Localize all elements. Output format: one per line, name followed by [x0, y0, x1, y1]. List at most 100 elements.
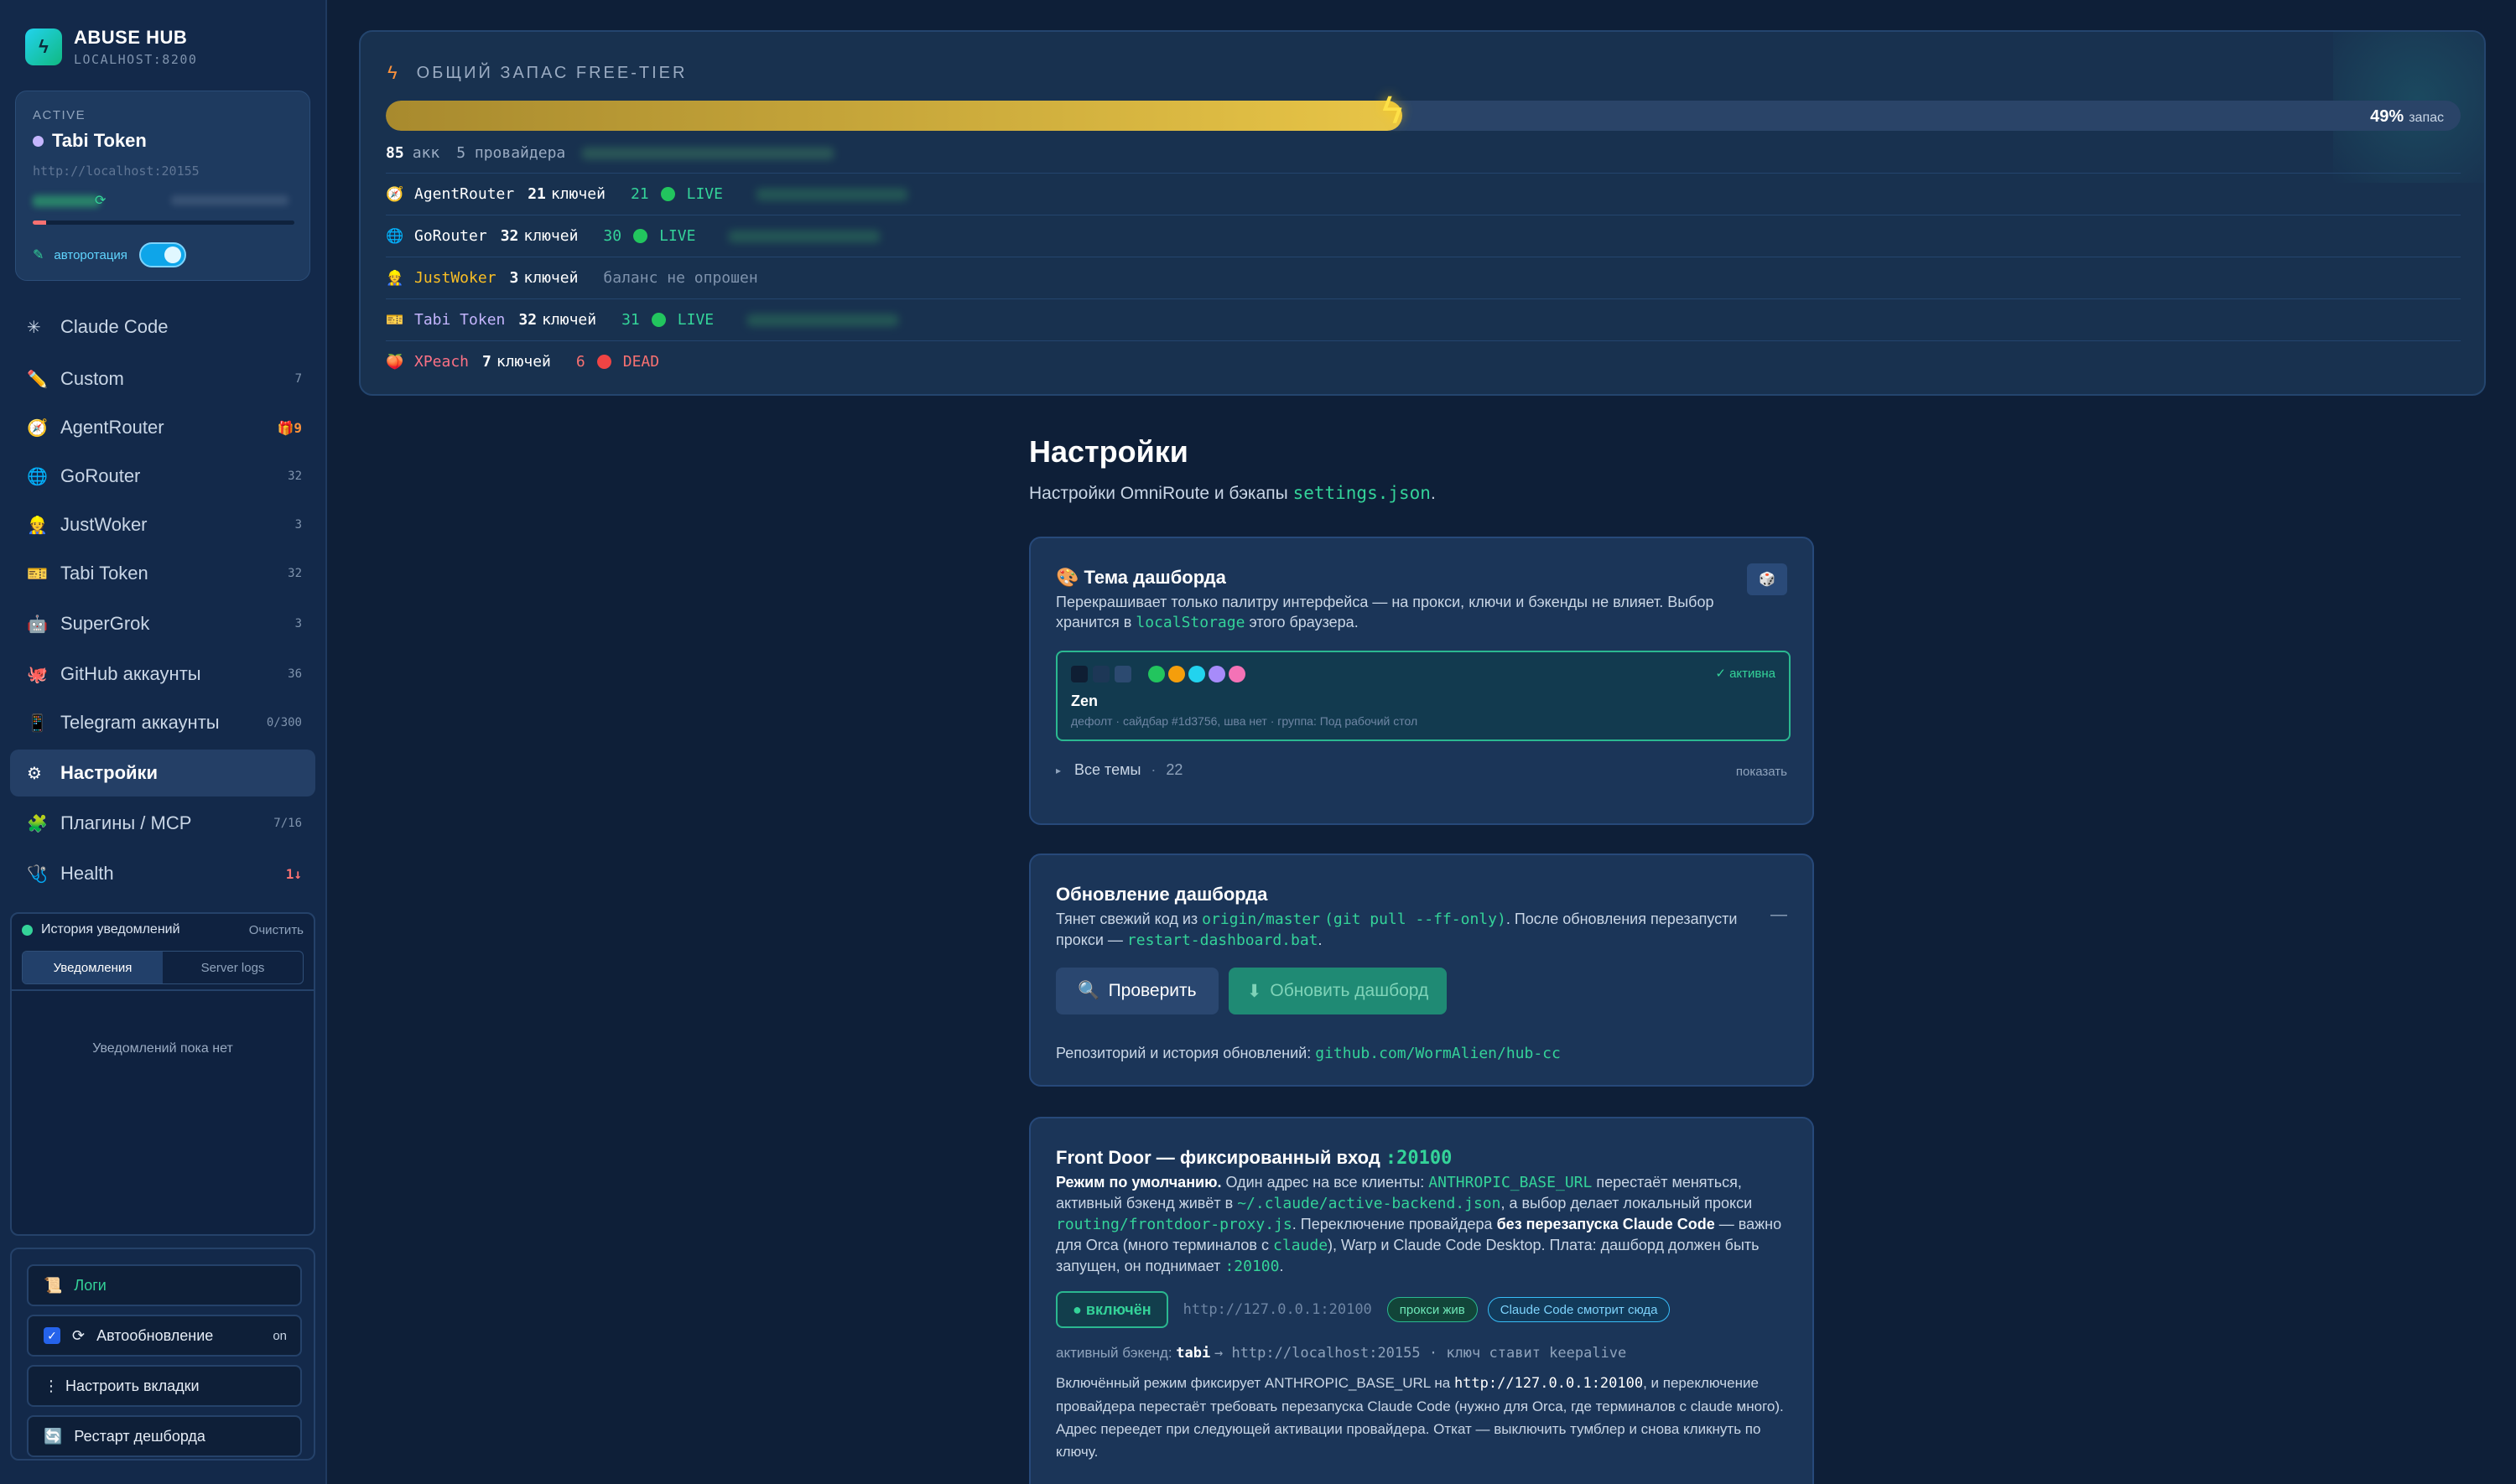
redacted-info [171, 195, 289, 205]
sidebar-item-label: Telegram аккаунты [60, 712, 220, 733]
backend-target: → http://localhost:20155 · ключ ставит k… [1214, 1345, 1627, 1362]
configure-tabs-label: Настроить вкладки [65, 1377, 200, 1394]
autorotation-label: авторотация [54, 247, 127, 262]
sidebar-item-claude-code[interactable]: ✳ Claude Code [10, 304, 315, 350]
provider-row[interactable]: 🌐 GoRouter 32 ключей 30 LIVE [386, 215, 2461, 257]
theme-color-dot [1209, 666, 1225, 682]
rotation-icon: ✎ [33, 248, 44, 262]
autoupdate-state: on [273, 1328, 287, 1343]
sidebar-item-плагины-mcp[interactable]: 🧩 Плагины / MCP 7/16 [10, 800, 315, 847]
sidebar-item-github-аккаунты[interactable]: 🐙 GitHub аккаунты 36 [10, 651, 315, 698]
provider-name: GoRouter [414, 227, 487, 245]
sidebar-item-gorouter[interactable]: 🌐 GoRouter 32 [10, 453, 315, 500]
repo-line: Репозиторий и история обновлений: github… [1056, 1045, 1561, 1062]
frontdoor-toggle[interactable]: ● включён [1056, 1291, 1168, 1328]
quota-title-text: ОБЩИЙ ЗАПАС FREE-TIER [416, 63, 688, 82]
frontdoor-mode: Режим по умолчанию. [1056, 1174, 1222, 1191]
phone-icon: 📱 [27, 713, 48, 733]
update-desc-command: (git pull --ff-only) [1324, 911, 1506, 928]
tab-server-logs[interactable]: Server logs [163, 952, 303, 983]
sidebar: ϟ ABUSE HUB LOCALHOST:8200 ACTIVE Tabi T… [0, 0, 327, 1484]
provider-status: LIVE [659, 227, 696, 245]
update-dashboard-label: Обновить дашборд [1270, 981, 1429, 1000]
active-backend-name: Tabi Token [33, 130, 147, 152]
random-theme-button[interactable]: 🎲 [1747, 563, 1787, 595]
sidebar-item-label: Health [60, 863, 114, 884]
lightning-icon: ϟ [1382, 88, 1403, 132]
update-dashboard-button[interactable]: ⬇ Обновить дашборд [1229, 968, 1447, 1014]
worker-icon: 👷 [27, 516, 48, 535]
sidebar-item-label: Custom [60, 368, 124, 389]
frontdoor-desc: Режим по умолчанию. Один адрес на все кл… [1056, 1172, 1794, 1277]
provider-live: 6 DEAD [576, 353, 659, 371]
update-desc-script: restart-dashboard.bat [1126, 931, 1318, 949]
fd-code-1: ANTHROPIC_BASE_URL [1428, 1174, 1593, 1191]
theme-color-dot [1148, 666, 1165, 682]
sidebar-item-custom[interactable]: ✏️ Custom 7 [10, 355, 315, 402]
provider-key-unit: ключей [523, 227, 579, 245]
redacted-balance [33, 195, 100, 207]
tab-notifications[interactable]: Уведомления [23, 952, 163, 983]
logs-button[interactable]: 📜 Логи [27, 1264, 302, 1306]
sidebar-item-supergrok[interactable]: 🤖 SuperGrok 3 [10, 600, 315, 647]
theme-desc-text-2: этого браузера. [1249, 614, 1359, 630]
provider-row[interactable]: 👷 JustWoker 3 ключей баланс не опрошен [386, 257, 2461, 298]
restart-dashboard-button[interactable]: 🔄 Рестарт дешборда [27, 1415, 302, 1457]
backend-label: активный бэкенд: [1056, 1345, 1172, 1361]
sidebar-item-health[interactable]: 🩺 Health 1↓ [10, 850, 315, 897]
autoupdate-button[interactable]: ✓ ⟳ Автообновление on [27, 1315, 302, 1357]
theme-color-dot [1188, 666, 1205, 682]
provider-status: DEAD [622, 353, 660, 371]
peach-icon: 🍑 [386, 353, 404, 371]
provider-key-unit: ключей [523, 269, 579, 287]
stethoscope-icon: 🩺 [27, 864, 48, 884]
provider-row[interactable]: 🍑 XPeach 7 ключей 6 DEAD [386, 340, 2461, 382]
notifications-title: История уведомлений [22, 922, 180, 937]
all-themes-toggle[interactable]: ▸ Все темы · 22 [1056, 761, 1183, 779]
active-backend-card[interactable]: ACTIVE Tabi Token http://localhost:20155… [15, 91, 310, 281]
sidebar-item-justwoker[interactable]: 👷 JustWoker 3 [10, 501, 315, 548]
sidebar-item-agentrouter[interactable]: 🧭 AgentRouter 🎁9 [10, 404, 315, 451]
status-dot-icon [596, 355, 611, 369]
provider-row[interactable]: 🎫 Tabi Token 32 ключей 31 LIVE [386, 298, 2461, 340]
show-themes-link[interactable]: показать [1736, 765, 1787, 779]
clear-notifications-button[interactable]: Очистить [249, 923, 304, 937]
collapse-icon[interactable]: — [1770, 905, 1787, 925]
brand-logo-icon: ϟ [25, 29, 62, 65]
configure-tabs-button[interactable]: ⋮ Настроить вкладки [27, 1365, 302, 1407]
repo-link[interactable]: github.com/WormAlien/hub-cc [1315, 1045, 1561, 1062]
theme-card-title-text: Тема дашборда [1084, 567, 1226, 588]
frontdoor-note: Включённый режим фиксирует ANTHROPIC_BAS… [1056, 1372, 1794, 1463]
autoupdate-checkbox[interactable]: ✓ [44, 1327, 60, 1344]
brand[interactable]: ϟ ABUSE HUB LOCALHOST:8200 [25, 27, 197, 67]
sidebar-item-telegram-аккаунты[interactable]: 📱 Telegram аккаунты 0/300 [10, 699, 315, 746]
page-subtitle: Настройки OmniRoute и бэкапы settings.js… [1029, 483, 1436, 504]
provider-live: 31 LIVE [621, 311, 714, 329]
fd-code-3: routing/frontdoor-proxy.js [1056, 1216, 1292, 1233]
fd-code-4: claude [1273, 1237, 1328, 1254]
provider-row[interactable]: 🧭 AgentRouter 21 ключей 21 LIVE [386, 173, 2461, 215]
theme-option-zen[interactable]: ✓ активна Zen дефолт · сайдбар #1d3756, … [1056, 651, 1791, 741]
sidebar-item-tabi-token[interactable]: 🎫 Tabi Token 32 [10, 550, 315, 597]
refresh-icon[interactable]: ⟳ [95, 192, 106, 209]
theme-desc-code: localStorage [1136, 614, 1245, 631]
update-desc-branch: origin/master [1202, 911, 1321, 928]
provider-key-unit: ключей [496, 353, 551, 371]
compass-icon: 🧭 [27, 418, 48, 438]
frontdoor-backend: активный бэкенд: tabi → http://localhost… [1056, 1345, 1626, 1362]
sidebar-item-настройки[interactable]: ⚙ Настройки [10, 750, 315, 796]
theme-swatch [1071, 666, 1088, 682]
fd-code-5: :20100 [1224, 1258, 1280, 1275]
restart-icon: 🔄 [44, 1427, 63, 1445]
pencil-icon: ✏️ [27, 370, 48, 389]
brand-subtitle: LOCALHOST:8200 [74, 52, 198, 67]
status-dot-icon [633, 229, 648, 243]
theme-color-dot [1229, 666, 1245, 682]
check-updates-button[interactable]: 🔍 Проверить [1056, 968, 1219, 1014]
autorotation-toggle[interactable] [138, 242, 186, 267]
quota-percent-label: запас [2409, 111, 2444, 125]
subtitle-text: Настройки OmniRoute и бэкапы [1029, 484, 1288, 503]
sidebar-item-label: GoRouter [60, 465, 141, 486]
provider-status: LIVE [686, 185, 723, 203]
update-card-desc: Тянет свежий код из origin/master (git p… [1056, 909, 1744, 951]
